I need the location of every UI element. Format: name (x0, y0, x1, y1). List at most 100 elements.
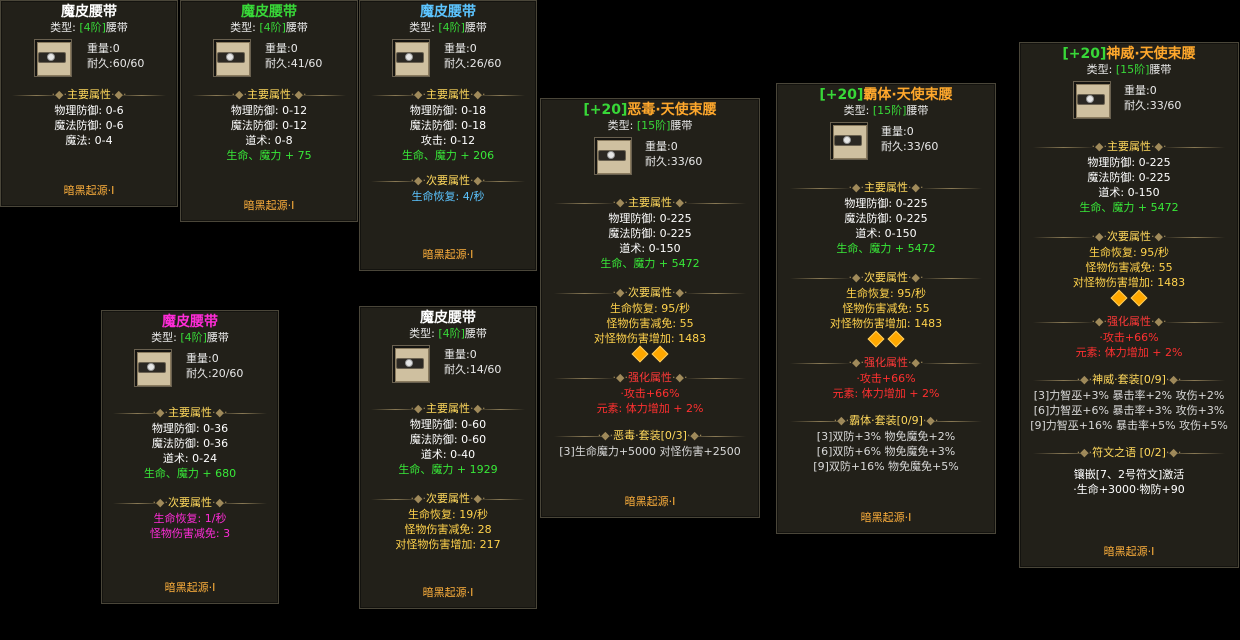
item-origin: 暗黑起源·I (624, 495, 676, 508)
sub-attr-header: ·◆·次要属性·◆· (1020, 229, 1238, 245)
belt-icon (392, 345, 430, 383)
belt-icon (1073, 81, 1111, 119)
belt-icon (213, 39, 251, 77)
durability-line: 耐久:60/60 (87, 57, 145, 70)
sub-attr-header: ·◆·次要属性·◆· (777, 270, 995, 286)
main-attr-header: ·◆·主要属性·◆· (181, 87, 357, 103)
strengthen-header: ·◆·强化属性·◆· (777, 355, 995, 371)
item-title: 魔皮腰带 (420, 310, 476, 326)
item-origin: 暗黑起源·I (1103, 545, 1155, 558)
gem-icon (651, 345, 669, 363)
item-type: 类型: [15阶]腰带 (1086, 63, 1172, 76)
item-type: 类型: [15阶]腰带 (607, 119, 693, 132)
weight-line: 重量:0 (186, 352, 219, 365)
main-attr-list: 物理防御: 0-225 魔法防御: 0-225 道术: 0-150 生命、魔力 … (836, 197, 936, 255)
item-tooltip-card: 魔皮腰带 类型: [4阶]腰带 重量:0 耐久:26/60 ·◆·主要属性·◆·… (359, 0, 537, 271)
weight-line: 重量:0 (265, 42, 298, 55)
item-origin: 暗黑起源·I (422, 586, 474, 599)
set-header: ·◆·恶毒·套装[0/3]·◆· (541, 428, 759, 444)
socket-gems (1020, 289, 1238, 308)
weight-line: 重量:0 (444, 42, 477, 55)
item-title: 魔皮腰带 (162, 314, 218, 330)
belt-icon (134, 349, 172, 387)
strengthen-list: ·攻击+66% 元素: 体力增加 + 2% (1075, 331, 1183, 359)
main-attr-list: 物理防御: 0-60 魔法防御: 0-60 道术: 0-40 生命、魔力 + 1… (398, 418, 498, 476)
set-list: [3]力智巫+3% 暴击率+2% 攻伤+2% [6]力智巫+6% 暴击率+3% … (1030, 389, 1228, 432)
gem-icon (867, 330, 885, 348)
durability-line: 耐久:33/60 (645, 155, 703, 168)
main-attr-list: 物理防御: 0-36 魔法防御: 0-36 道术: 0-24 生命、魔力 + 6… (143, 422, 237, 480)
item-title: 魔皮腰带 (420, 4, 476, 20)
item-header: 重量:0 耐久:33/60 (541, 135, 759, 175)
durability-line: 耐久:20/60 (186, 367, 244, 380)
set-list: [3]生命魔力+5000 对怪伤害+2500 (559, 445, 741, 458)
set-header: ·◆·神威·套装[0/9]·◆· (1020, 372, 1238, 388)
item-header: 重量:0 耐久:60/60 (1, 37, 177, 77)
sub-attr-list: 生命恢复: 95/秒 怪物伤害减免: 55 对怪物伤害增加: 1483 (593, 302, 707, 345)
main-attr-header: ·◆·主要属性·◆· (777, 180, 995, 196)
rune-header: ·◆·符文之语 [0/2]·◆· (1020, 445, 1238, 461)
belt-icon (392, 39, 430, 77)
set-list: [3]双防+3% 物免魔免+2% [6]双防+6% 物免魔免+3% [9]双防+… (813, 430, 959, 473)
item-header: 重量:0 耐久:20/60 (102, 347, 278, 387)
sub-attr-header: ·◆·次要属性·◆· (102, 495, 278, 511)
sub-attr-list: 生命恢复: 19/秒 怪物伤害减免: 28 对怪物伤害增加: 217 (395, 508, 501, 551)
item-title: [+20]神威·天使束腰 (1062, 46, 1196, 62)
item-origin: 暗黑起源·I (243, 199, 295, 212)
gem-icon (631, 345, 649, 363)
durability-line: 耐久:26/60 (444, 57, 502, 70)
main-attr-list: 物理防御: 0-6 魔法防御: 0-6 魔法: 0-4 (54, 104, 124, 147)
item-origin: 暗黑起源·I (860, 511, 912, 524)
item-header: 重量:0 耐久:14/60 (360, 343, 536, 383)
item-tooltip-card: 魔皮腰带 类型: [4阶]腰带 重量:0 耐久:41/60 ·◆·主要属性·◆·… (180, 0, 358, 222)
main-attr-list: 物理防御: 0-225 魔法防御: 0-225 道术: 0-150 生命、魔力 … (1079, 156, 1179, 214)
item-origin: 暗黑起源·I (63, 184, 115, 197)
item-tooltip-card: [+20]恶毒·天使束腰 类型: [15阶]腰带 重量:0 耐久:33/60 ·… (540, 98, 760, 518)
item-origin: 暗黑起源·I (422, 248, 474, 261)
item-type: 类型: [15阶]腰带 (843, 104, 929, 117)
item-tooltip-card: [+20]神威·天使束腰 类型: [15阶]腰带 重量:0 耐久:33/60 ·… (1019, 42, 1239, 568)
weight-line: 重量:0 (87, 42, 120, 55)
item-header: 重量:0 耐久:41/60 (181, 37, 357, 77)
gem-icon (1110, 289, 1128, 307)
set-header: ·◆·霸体·套装[0/9]·◆· (777, 413, 995, 429)
item-header: 重量:0 耐久:33/60 (777, 120, 995, 160)
main-attr-list: 物理防御: 0-225 魔法防御: 0-225 道术: 0-150 生命、魔力 … (600, 212, 700, 270)
strengthen-list: ·攻击+66% 元素: 体力增加 + 2% (596, 387, 704, 415)
socket-gems (541, 345, 759, 364)
rune-list: 镶嵌[7、2号符文]激活 ·生命+3000·物防+90 (1073, 468, 1185, 496)
item-type: 类型: [4阶]腰带 (409, 21, 487, 34)
item-title: [+20]霸体·天使束腰 (819, 87, 953, 103)
weight-line: 重量:0 (444, 348, 477, 361)
sub-attr-header: ·◆·次要属性·◆· (360, 491, 536, 507)
weight-line: 重量:0 (645, 140, 678, 153)
belt-icon (594, 137, 632, 175)
main-attr-header: ·◆·主要属性·◆· (1020, 139, 1238, 155)
main-attr-list: 物理防御: 0-12 魔法防御: 0-12 道术: 0-8 生命、魔力 + 75 (226, 104, 312, 162)
weight-line: 重量:0 (881, 125, 914, 138)
strengthen-header: ·◆·强化属性·◆· (1020, 314, 1238, 330)
sub-attr-header: ·◆·次要属性·◆· (360, 173, 536, 189)
sub-attr-header: ·◆·次要属性·◆· (541, 285, 759, 301)
sub-attr-list: 生命恢复: 4/秒 (411, 190, 485, 203)
item-tooltip-card: 魔皮腰带 类型: [4阶]腰带 重量:0 耐久:60/60 ·◆·主要属性·◆·… (0, 0, 178, 207)
belt-icon (34, 39, 72, 77)
item-type: 类型: [4阶]腰带 (50, 21, 128, 34)
main-attr-header: ·◆·主要属性·◆· (102, 405, 278, 421)
item-tooltip-card: 魔皮腰带 类型: [4阶]腰带 重量:0 耐久:20/60 ·◆·主要属性·◆·… (101, 310, 279, 604)
item-header: 重量:0 耐久:33/60 (1020, 79, 1238, 119)
item-tooltip-card: 魔皮腰带 类型: [4阶]腰带 重量:0 耐久:14/60 ·◆·主要属性·◆·… (359, 306, 537, 609)
durability-line: 耐久:33/60 (1124, 99, 1182, 112)
sub-attr-list: 生命恢复: 95/秒 怪物伤害减免: 55 对怪物伤害增加: 1483 (829, 287, 943, 330)
weight-line: 重量:0 (1124, 84, 1157, 97)
main-attr-header: ·◆·主要属性·◆· (1, 87, 177, 103)
durability-line: 耐久:33/60 (881, 140, 939, 153)
item-type: 类型: [4阶]腰带 (151, 331, 229, 344)
durability-line: 耐久:14/60 (444, 363, 502, 376)
durability-line: 耐久:41/60 (265, 57, 323, 70)
belt-icon (830, 122, 868, 160)
item-type: 类型: [4阶]腰带 (230, 21, 308, 34)
item-origin: 暗黑起源·I (164, 581, 216, 594)
item-title: [+20]恶毒·天使束腰 (583, 102, 717, 118)
strengthen-header: ·◆·强化属性·◆· (541, 370, 759, 386)
